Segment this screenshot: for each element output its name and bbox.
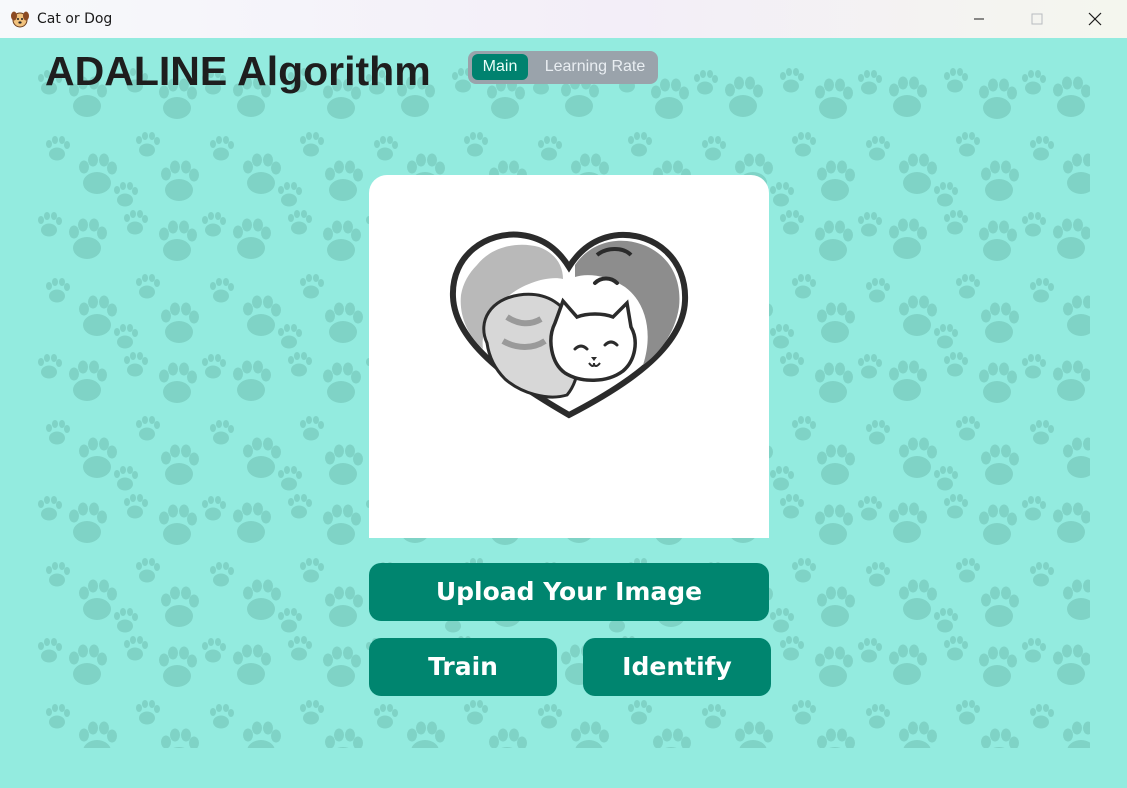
identify-button[interactable]: Identify bbox=[583, 638, 771, 696]
maximize-icon bbox=[1031, 13, 1043, 25]
image-preview bbox=[369, 175, 769, 538]
close-icon bbox=[1088, 12, 1102, 26]
maximize-button[interactable] bbox=[1008, 0, 1066, 38]
dog-face-icon bbox=[11, 11, 29, 28]
minimize-icon bbox=[974, 18, 984, 20]
cat-dog-heart-icon bbox=[449, 231, 689, 419]
close-button[interactable] bbox=[1066, 0, 1124, 38]
window-titlebar: Cat or Dog bbox=[0, 0, 1127, 39]
tab-main[interactable]: Main bbox=[472, 54, 528, 80]
upload-image-button[interactable]: Upload Your Image bbox=[369, 563, 769, 621]
minimize-button[interactable] bbox=[950, 0, 1008, 38]
train-button[interactable]: Train bbox=[369, 638, 557, 696]
page-title: ADALINE Algorithm bbox=[45, 48, 431, 94]
tab-learning-rate[interactable]: Learning Rate bbox=[538, 54, 652, 80]
window-title: Cat or Dog bbox=[37, 11, 113, 27]
tab-switcher: Main Learning Rate bbox=[468, 51, 658, 84]
